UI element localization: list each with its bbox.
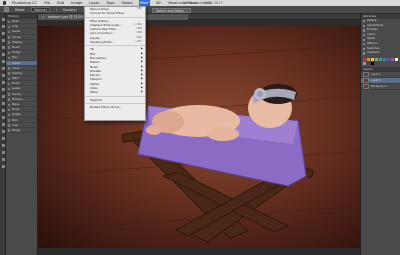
tool-icon[interactable] (1, 130, 5, 133)
layer-thumbnail (363, 72, 369, 77)
window-title: Adobe Photoshop CC 2017 (175, 1, 223, 5)
menu-item-label: Digimarc (90, 97, 103, 102)
menu-item[interactable]: Digimarc (85, 98, 145, 102)
tool-icon[interactable] (1, 109, 5, 112)
tool-icon[interactable] (1, 46, 5, 49)
tool-icon[interactable] (1, 18, 5, 21)
select-and-mask-button[interactable]: Select and Mask... (152, 7, 191, 13)
menu-item-label: Vanishing Point... (90, 40, 115, 45)
color-swatch[interactable] (375, 57, 378, 61)
swatches-grid (361, 56, 400, 67)
tool-icon[interactable] (1, 53, 5, 56)
right-panels: Libraries Default Adjustments Brushes Color… (360, 14, 400, 255)
menu-item[interactable]: Vanishing Point... ⌥⌘V (85, 40, 145, 44)
menu-divider (85, 16, 145, 18)
apple-icon[interactable] (3, 1, 6, 5)
tool-icon[interactable] (1, 81, 5, 84)
color-swatch[interactable] (363, 57, 366, 61)
menu-item-label: Convert for Smart Filters (90, 11, 125, 16)
color-swatch[interactable] (395, 57, 398, 61)
tool-icon[interactable] (1, 123, 5, 126)
tool-icon[interactable] (1, 74, 5, 77)
history-panel: History Open Crop Levels Curves Healing Brush… (6, 14, 38, 255)
filter-menu-dropdown: Reduce Noise ⌃⌘F Convert for Smart Filters… (84, 6, 146, 121)
tool-preset-icon[interactable] (4, 7, 9, 12)
menu-divider (85, 102, 145, 104)
menu-item[interactable]: Browse Filters Online... (85, 105, 145, 109)
mode-select[interactable]: Normal (31, 7, 50, 12)
layer-name: Layer 1 (371, 72, 381, 76)
mode-label: Mode: (15, 7, 26, 12)
color-swatch[interactable] (387, 57, 390, 61)
tool-icon[interactable] (1, 95, 5, 98)
menu-item-label: Other (90, 90, 98, 95)
tool-icon[interactable] (1, 116, 5, 119)
color-swatch[interactable] (371, 61, 374, 65)
menu-item-label: Browse Filters Online... (90, 104, 123, 109)
color-swatch[interactable] (371, 57, 374, 61)
divider (55, 7, 57, 12)
layer-name: Background (371, 84, 387, 88)
library-item[interactable]: Gradients (361, 51, 400, 56)
options-bar: Mode: Normal Opacity: 100% Select and Ma… (0, 6, 400, 14)
opacity-label: Opacity: (62, 7, 77, 12)
layer-thumbnail (363, 78, 369, 83)
tool-icon[interactable] (1, 25, 5, 28)
color-swatch[interactable] (367, 57, 370, 61)
submenu-item[interactable]: Other ▶ (85, 90, 145, 94)
tool-icon[interactable] (1, 67, 5, 70)
submenu-arrow-icon: ▶ (141, 90, 143, 94)
color-swatch[interactable] (379, 57, 382, 61)
tool-icon[interactable] (1, 165, 5, 168)
layer-thumbnail (363, 84, 369, 89)
close-icon[interactable]: × (42, 15, 45, 19)
tool-icon[interactable] (1, 32, 5, 35)
menu-divider (85, 95, 145, 97)
layer-row[interactable]: Background (361, 84, 400, 90)
menu-item-shortcut: ⌥⌘V (134, 40, 142, 44)
tool-icon[interactable] (1, 137, 5, 140)
tool-icon[interactable] (1, 60, 5, 63)
tool-icon[interactable] (1, 88, 5, 91)
color-swatch[interactable] (383, 57, 386, 61)
history-item[interactable]: Merge (6, 128, 37, 134)
color-swatch[interactable] (391, 57, 394, 61)
tool-icon[interactable] (1, 158, 5, 161)
layer-name: Layer 0 (371, 78, 381, 82)
menu-item[interactable]: Convert for Smart Filters (85, 11, 145, 15)
color-swatch[interactable] (367, 61, 370, 65)
tool-icon[interactable] (1, 39, 5, 42)
tool-icon[interactable] (1, 151, 5, 154)
tool-icon[interactable] (1, 144, 5, 147)
color-swatch[interactable] (363, 61, 366, 65)
tool-icon[interactable] (1, 102, 5, 105)
menu-divider (85, 45, 145, 47)
